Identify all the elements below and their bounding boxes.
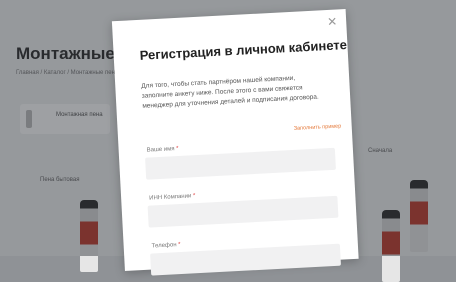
required-mark: * bbox=[192, 193, 196, 200]
required-mark: * bbox=[178, 242, 181, 249]
phone-field-label: Телефон * bbox=[152, 242, 181, 250]
inn-input[interactable] bbox=[147, 195, 339, 228]
modal-description: Для того, чтобы стать партнёром нашей ко… bbox=[141, 74, 319, 110]
name-field-label: Ваше имя * bbox=[147, 146, 179, 154]
phone-input[interactable] bbox=[150, 243, 341, 276]
close-icon[interactable]: ✕ bbox=[326, 15, 339, 30]
registration-modal: ✕ Регистрация в личном кабинете Для того… bbox=[111, 9, 359, 276]
inn-label-text: ИНН Компании bbox=[149, 193, 192, 202]
name-input[interactable] bbox=[145, 147, 336, 180]
name-label-text: Ваше имя bbox=[146, 146, 175, 154]
fill-example-link[interactable]: Заполнить пример bbox=[294, 123, 342, 131]
modal-title: Регистрация в личном кабинете bbox=[139, 37, 348, 63]
phone-label-text: Телефон bbox=[151, 242, 177, 250]
inn-field-label: ИНН Компании * bbox=[149, 193, 195, 201]
required-mark: * bbox=[176, 145, 179, 153]
